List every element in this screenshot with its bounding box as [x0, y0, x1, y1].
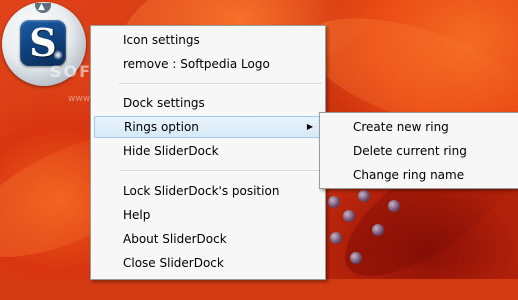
rings-option-submenu: Create new ring Delete current ring Chan…: [319, 112, 518, 189]
menu-item-lock-position[interactable]: Lock SliderDock's position: [94, 180, 322, 202]
menu-item-about[interactable]: About SliderDock: [94, 228, 322, 250]
menu-item-dock-settings[interactable]: Dock settings: [94, 92, 322, 114]
logo-shine: [53, 50, 63, 60]
menu-item-rings-option-label: Rings option: [124, 120, 199, 134]
menu-item-hide-sliderdock[interactable]: Hide SliderDock: [94, 140, 322, 162]
wallpaper-stamen: [372, 224, 384, 236]
submenu-item-create-ring[interactable]: Create new ring: [323, 116, 515, 138]
wallpaper-stamen: [358, 190, 370, 202]
submenu-item-delete-ring[interactable]: Delete current ring: [323, 140, 515, 162]
softpedia-logo-icon[interactable]: S: [20, 20, 66, 66]
submenu-item-rename-ring[interactable]: Change ring name: [323, 164, 515, 186]
wallpaper-stamen: [330, 232, 342, 244]
dock-context-menu: Icon settings remove : Softpedia Logo Do…: [90, 25, 326, 280]
menu-separator: [119, 170, 322, 172]
menu-item-remove-icon[interactable]: remove : Softpedia Logo: [94, 53, 322, 75]
ring-up-arrow-icon[interactable]: ▲: [38, 2, 45, 12]
wallpaper-stamen: [343, 210, 355, 222]
wallpaper-stamen: [350, 252, 362, 264]
menu-item-rings-option[interactable]: Rings option ▶: [94, 116, 322, 138]
menu-item-help[interactable]: Help: [94, 204, 322, 226]
menu-separator: [119, 83, 322, 85]
menu-item-icon-settings[interactable]: Icon settings: [94, 29, 322, 51]
submenu-arrow-icon: ▶: [306, 122, 313, 131]
wallpaper-stamen: [388, 200, 400, 212]
menu-item-close[interactable]: Close SliderDock: [94, 252, 322, 274]
wallpaper-stamen: [328, 196, 340, 208]
